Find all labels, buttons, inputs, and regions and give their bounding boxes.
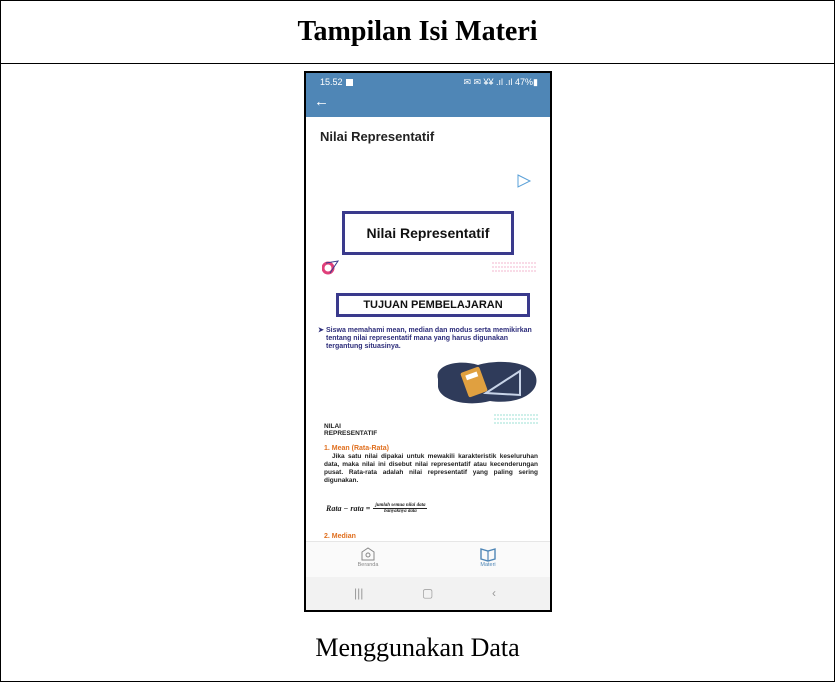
nav-materi[interactable]: Materi [458,546,518,568]
teal-dashes-deco-icon [494,414,538,424]
gallery-icon [345,79,353,86]
back-arrow-icon[interactable]: ← [314,93,329,110]
table-caption: Menggunakan Data [315,633,520,662]
nav-beranda[interactable]: Beranda [338,546,398,568]
calculator-illustration-icon [437,361,537,404]
home-icon [361,547,375,561]
mean-title: 1. Mean (Rata-Rata) [324,445,389,452]
phone-screenshot: 15.52 ✉ ✉ ¥¥ .ıl .ıl 47%▮ ← Nilai Repres… [304,71,552,612]
materi-content[interactable]: Nilai Representatif TUJUAN PEMBELAJARAN … [306,147,550,543]
mean-paragraph: Jika satu nilai dipakai untuk mewakili k… [324,453,538,484]
status-time: 15.52 [320,77,343,87]
formula-denominator: banyaknya data [384,509,417,514]
formula-fraction: jumlah semua nilai data banyaknya data [373,503,428,514]
app-bar: ← [306,91,550,117]
arrow-bullet-icon: ➤ [318,327,324,334]
pink-dashes-deco-icon [492,262,536,272]
bottom-navigation: Beranda Materi [306,541,550,578]
mean-body: Jika satu nilai dipakai untuk mewakili k… [324,453,538,485]
nav-materi-label: Materi [480,562,496,568]
tujuan-box: TUJUAN PEMBELAJARAN [336,293,530,317]
nav-beranda-label: Beranda [357,562,379,568]
triangle-deco-icon [517,174,532,188]
system-navigation: ||| ▢ ‹ [306,577,550,610]
back-icon[interactable]: ‹ [492,586,496,600]
mean-formula: Rata − rata = jumlah semua nilai data ba… [326,503,428,514]
table-header: Tampilan Isi Materi [1,1,834,64]
goal-text: ➤ Siswa memahami mean, median dan modus … [318,327,534,351]
book-icon [480,548,496,562]
median-title: 2. Median [324,533,356,540]
formula-lhs: Rata − rata = [326,504,371,513]
status-time-wrap: 15.52 [320,77,353,87]
page-title: Nilai Representatif [320,129,435,144]
section-heading: NILAI REPRESENTATIF [324,423,377,437]
title-box: Nilai Representatif [342,211,514,255]
status-indicators: ✉ ✉ ¥¥ .ıl .ıl 47%▮ [463,77,538,87]
section-heading-line1: NILAI [324,423,341,430]
home-button-icon[interactable]: ▢ [422,586,433,600]
section-heading-line2: REPRESENTATIF [324,430,378,437]
goal-sentence: Siswa memahami mean, median dan modus se… [326,327,532,350]
pink-triangle-deco-icon [322,260,340,275]
recents-icon[interactable]: ||| [354,586,363,600]
document-table: Tampilan Isi Materi 15.52 ✉ ✉ ¥¥ .ıl .ıl… [0,0,835,682]
status-bar: 15.52 ✉ ✉ ¥¥ .ıl .ıl 47%▮ [306,73,550,91]
